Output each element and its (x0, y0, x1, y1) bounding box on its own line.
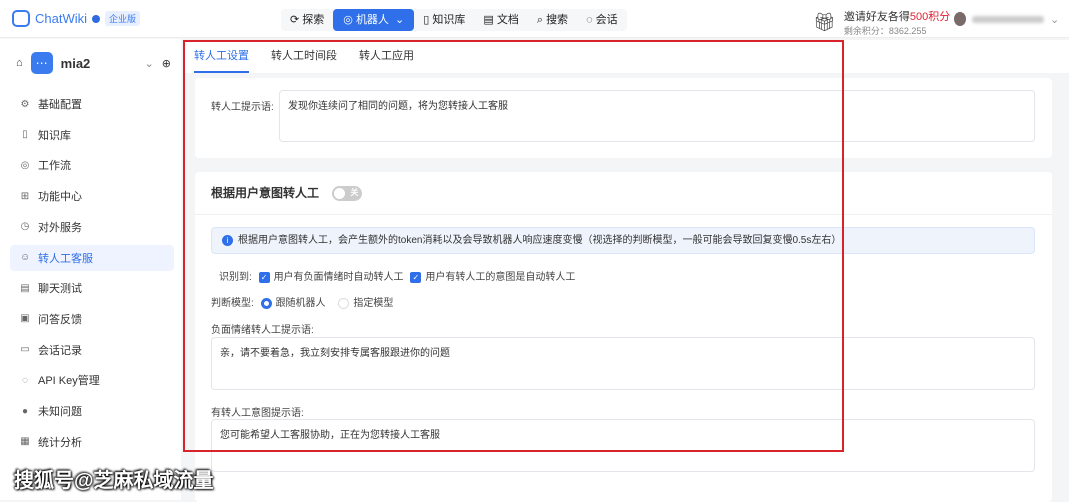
workflow-icon: ◎ (20, 159, 30, 171)
tab-transfer-settings[interactable]: 转人工设置 (194, 40, 249, 73)
top-bar: ChatWiki 企业版 ⟳ 探索 ◎ 机器人 ⌄ ▯ 知识库 ▤ 文档 ⌕ 搜… (0, 0, 1069, 38)
detect-row: 识别到: ✓ 用户有负面情绪时自动转人工 ✓ 用户有转人工的意图是自动转人工 (219, 271, 576, 283)
intent-prompt-textarea[interactable]: 您可能希望人工客服协助，正在为您转接人工客服 (211, 419, 1035, 472)
sidebar-item[interactable]: ◷ 对外服务 (10, 214, 174, 240)
prompt-label: 转人工提示语: (211, 102, 274, 113)
prompt-textarea[interactable]: 发现你连续问了相同的问题，将为您转接人工客服 (279, 90, 1035, 142)
chatwiki-logo-icon (12, 10, 30, 27)
sidebar-item[interactable]: ▣ 问答反馈 (10, 306, 174, 332)
username-blurred (972, 15, 1044, 23)
sidebar-item[interactable]: ▭ 会话记录 (10, 337, 174, 363)
sidebar-item-label: 问答反馈 (38, 313, 82, 326)
sidebar-item[interactable]: ◌ API Key管理 (10, 367, 174, 393)
model-option-specify[interactable]: 指定模型 (353, 298, 393, 309)
avatar (954, 12, 966, 26)
sidebar-item-label: 基础配置 (38, 99, 82, 111)
chat-icon: ▤ (20, 282, 30, 294)
sidebar-item-label: 对外服务 (38, 221, 82, 234)
checkbox-negative[interactable]: ✓ (258, 271, 270, 283)
sidebar-item[interactable]: ⊞ 功能中心 (10, 183, 174, 209)
model-option-follow[interactable]: 跟随机器人 (276, 298, 326, 309)
info-alert: 根据用户意图转人工，会产生额外的token消耗以及会导致机器人响应速度变慢（视选… (211, 227, 1035, 254)
tab-transfer-time[interactable]: 转人工时间段 (271, 40, 337, 73)
robot-avatar: ⋯ (30, 52, 53, 74)
sidebar-item-label: 功能中心 (38, 191, 82, 204)
nav-docs[interactable]: ▤ 文档 (474, 9, 527, 31)
sidebar-item[interactable]: ☺ 转人工客服 (10, 244, 174, 271)
nav-explore[interactable]: ⟳ 探索 (281, 9, 333, 31)
watermark: 搜狐号@芝麻私域流量 (14, 470, 214, 492)
intent-prompt-label: 有转人工意图提示语: (211, 408, 304, 419)
key-icon: ◌ (22, 374, 28, 386)
history-icon: ▭ (20, 344, 30, 356)
logo-text: ChatWiki (35, 11, 88, 26)
sidebar-item[interactable]: ● 未知问题 (10, 398, 174, 424)
home-icon[interactable]: ⌂ (16, 57, 23, 69)
feedback-icon: ▣ (20, 313, 30, 325)
book-icon: ▯ (22, 129, 28, 141)
negative-prompt-textarea[interactable]: 亲，请不要着急，我立刻安排专属客服跟进你的问题 (211, 337, 1035, 390)
model-row: 判断模型: 跟随机器人 指定模型 (211, 297, 394, 309)
main-nav: ⟳ 探索 ◎ 机器人 ⌄ ▯ 知识库 ▤ 文档 ⌕ 搜索 ◌ 会话 (281, 9, 627, 31)
chevron-down-icon: ⌄ (1050, 13, 1060, 26)
sidebar-item-label: 未知问题 (38, 406, 82, 418)
sidebar-item-label: 转人工客服 (38, 252, 93, 265)
remaining-points: 剩余积分：8362.255 (843, 26, 927, 36)
add-icon[interactable]: ⊕ (162, 57, 171, 70)
nav-search[interactable]: ⌕ 搜索 (528, 9, 577, 31)
service-icon: ◷ (20, 221, 30, 233)
sidebar-item-label: 会话记录 (38, 344, 82, 357)
question-icon: ● (21, 405, 29, 417)
radio-specify-model[interactable] (338, 297, 350, 309)
negative-prompt-label: 负面情绪转人工提示语: (211, 325, 314, 336)
sidebar-item-label: 工作流 (38, 160, 71, 173)
nav-knowledge[interactable]: ▯ 知识库 (414, 9, 474, 31)
gift-icon: 🎁︎ (813, 12, 836, 32)
intent-title: 根据用户意图转人工 (211, 186, 320, 200)
invite-text: 邀请好友各得 (843, 11, 910, 23)
edition-icon (92, 14, 101, 23)
sidebar-item[interactable]: ◎ 工作流 (10, 152, 174, 178)
sidebar-item[interactable]: ⚙ 基础配置 (10, 91, 174, 117)
checkbox-intent[interactable]: ✓ (410, 271, 422, 283)
user-menu[interactable]: ⌄ (954, 12, 1059, 26)
tab-transfer-apps[interactable]: 转人工应用 (359, 40, 414, 73)
main-content: 转人工设置 转人工时间段 转人工应用 转人工提示语: 发现你连续问了相同的问题，… (183, 40, 1069, 502)
invite-points: 500积分 (909, 11, 951, 23)
sidebar-item-label: API Key管理 (38, 375, 100, 388)
agent-icon: ☺ (20, 252, 31, 263)
sidebar-item-label: 知识库 (38, 129, 71, 142)
logo[interactable]: ChatWiki 企业版 (12, 10, 141, 27)
apps-icon: ⊞ (20, 190, 30, 202)
intent-section: 根据用户意图转人工 关 (211, 184, 363, 202)
robot-name: mia2 (60, 55, 91, 71)
prompt-card: 转人工提示语: 发现你连续问了相同的问题，将为您转接人工客服 (195, 78, 1052, 158)
detect-option-negative[interactable]: 用户有负面情绪时自动转人工 (274, 272, 404, 283)
intent-toggle[interactable]: 关 (332, 186, 363, 202)
radio-follow-robot[interactable] (260, 297, 272, 309)
sidebar-item[interactable]: ▯ 知识库 (10, 122, 174, 148)
stats-icon: ▦ (20, 436, 30, 448)
nav-chat[interactable]: ◌ 会话 (577, 9, 627, 31)
detect-option-intent[interactable]: 用户有转人工的意图是自动转人工 (425, 272, 575, 283)
nav-robot[interactable]: ◎ 机器人 ⌄ (333, 9, 415, 31)
sidebar-item-label: 统计分析 (38, 436, 82, 449)
tab-bar: 转人工设置 转人工时间段 转人工应用 (183, 40, 1069, 73)
sidebar-item[interactable]: ▦ 统计分析 (10, 429, 174, 455)
sidebar-item[interactable]: ▤ 聊天测试 (10, 275, 174, 301)
edition-badge: 企业版 (105, 11, 141, 26)
divider (195, 214, 1052, 215)
robot-selector[interactable]: ⌂ ⋯ mia2 ⌄ ⊕ (16, 52, 171, 74)
sidebar-item-label: 聊天测试 (38, 283, 82, 296)
gear-icon: ⚙ (20, 98, 30, 110)
chevron-down-icon[interactable]: ⌄ (145, 57, 154, 70)
invite-banner[interactable]: 🎁︎ 邀请好友各得500积分 剩余积分：8362.255 (813, 8, 950, 37)
